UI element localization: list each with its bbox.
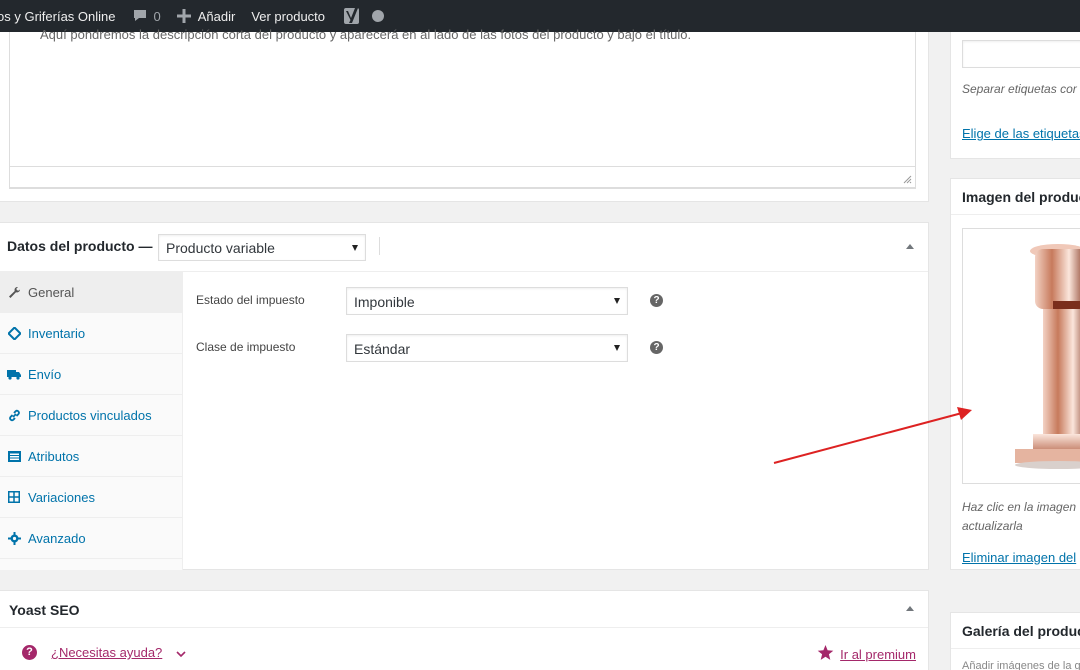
star-icon <box>817 645 834 664</box>
tax-class-row: Clase de impuesto Estándar ? <box>196 334 676 362</box>
wrench-icon <box>7 285 21 299</box>
product-data-box: Datos del producto — Producto variable G… <box>0 222 929 570</box>
dropdown-arrow-icon <box>614 345 620 351</box>
help-tip-icon[interactable]: ? <box>650 294 663 307</box>
tab-attributes[interactable]: Atributos <box>0 436 182 477</box>
link-icon <box>7 408 21 422</box>
tab-label: General <box>28 284 75 300</box>
tab-label: Avanzado <box>28 530 86 546</box>
product-image-title: Imagen del produc <box>962 189 1080 205</box>
help-link[interactable]: ¿Necesitas ayuda? <box>51 645 162 660</box>
gear-icon <box>7 531 21 545</box>
yoast-header: Yoast SEO <box>0 591 928 628</box>
tax-class-value: Estándar <box>354 341 411 357</box>
product-gallery-box: Galería del product Añadir imágenes de l… <box>950 612 1080 670</box>
tab-label: Inventario <box>28 325 86 341</box>
chevron-down-icon <box>176 645 186 660</box>
tab-label: Productos vinculados <box>28 407 152 423</box>
tax-class-label: Clase de impuesto <box>196 340 296 354</box>
tab-variations[interactable]: Variaciones <box>0 477 182 518</box>
product-image-box: Imagen del produc Haz clic en la imagen … <box>950 178 1080 570</box>
short-description-box: Aquí pondremos la descripción corta del … <box>0 27 929 202</box>
product-data-title: Datos del producto — <box>7 238 153 254</box>
tags-box: Separar etiquetas cor Elige de las etiqu… <box>950 32 1080 159</box>
tag-icon <box>7 326 21 340</box>
question-icon: ? <box>22 645 37 660</box>
faucet-image <box>1015 244 1080 469</box>
product-data-tabs: General Inventario Envío Productos vincu… <box>0 272 183 570</box>
yoast-seo-box: Yoast SEO ? ¿Necesitas ayuda? Ir al prem… <box>0 590 929 670</box>
tab-inventory[interactable]: Inventario <box>0 313 182 354</box>
header-divider <box>379 237 380 255</box>
tab-shipping[interactable]: Envío <box>0 354 182 395</box>
tax-status-value: Imponible <box>354 294 415 310</box>
tax-status-select[interactable]: Imponible <box>346 287 628 315</box>
add-gallery-images-link[interactable]: Añadir imágenes de la galería <box>962 660 1080 670</box>
editor-status-bar <box>9 166 916 188</box>
tab-label: Envío <box>28 366 62 382</box>
tab-general[interactable]: General <box>0 272 182 313</box>
tags-input[interactable] <box>962 40 1080 68</box>
resize-handle-icon[interactable] <box>903 175 912 184</box>
collapse-toggle-icon[interactable] <box>906 606 914 611</box>
remove-image-link[interactable]: Eliminar imagen del <box>962 550 1076 565</box>
premium-link[interactable]: Ir al premium <box>840 647 916 662</box>
image-hint: Haz clic en la imagen actualizarla <box>962 500 1077 533</box>
product-image-thumbnail[interactable] <box>962 228 1080 484</box>
tax-class-select[interactable]: Estándar <box>346 334 628 362</box>
short-description-text: Aquí pondremos la descripción corta del … <box>40 27 692 42</box>
list-icon <box>7 449 21 463</box>
tab-advanced[interactable]: Avanzado <box>0 518 182 559</box>
help-tip-icon[interactable]: ? <box>650 341 663 354</box>
tax-status-row: Estado del impuesto Imponible ? <box>196 287 676 315</box>
tab-label: Atributos <box>28 448 80 464</box>
tags-hint: Separar etiquetas cor <box>962 82 1077 96</box>
yoast-help-toggle[interactable]: ? ¿Necesitas ayuda? <box>22 645 186 660</box>
tax-status-label: Estado del impuesto <box>196 293 305 307</box>
general-panel: Estado del impuesto Imponible ? Clase de… <box>184 272 928 570</box>
new-content-label: Añadir <box>197 8 236 24</box>
dropdown-arrow-icon <box>614 298 620 304</box>
comment-icon <box>132 8 148 24</box>
product-gallery-title: Galería del product <box>962 623 1080 639</box>
yoast-icon <box>343 6 363 26</box>
product-data-header: Datos del producto — Producto variable <box>0 223 928 272</box>
comments-count: 0 <box>153 8 161 24</box>
header-divider <box>951 214 1080 215</box>
product-type-select[interactable]: Producto variable <box>158 234 366 261</box>
tab-label: Variaciones <box>28 489 95 505</box>
dropdown-arrow-icon <box>352 245 358 251</box>
product-type-value: Producto variable <box>166 240 275 256</box>
seo-status-dot-icon <box>372 10 385 22</box>
go-premium-link[interactable]: Ir al premium <box>817 645 916 664</box>
plus-icon <box>176 9 191 23</box>
tab-linked-products[interactable]: Productos vinculados <box>0 395 182 436</box>
yoast-title: Yoast SEO <box>9 602 80 618</box>
truck-icon <box>7 367 21 381</box>
grid-icon <box>7 490 21 504</box>
collapse-toggle-icon[interactable] <box>906 244 914 249</box>
choose-tags-link[interactable]: Elige de las etiquetas <box>962 126 1080 141</box>
header-divider <box>951 648 1080 649</box>
